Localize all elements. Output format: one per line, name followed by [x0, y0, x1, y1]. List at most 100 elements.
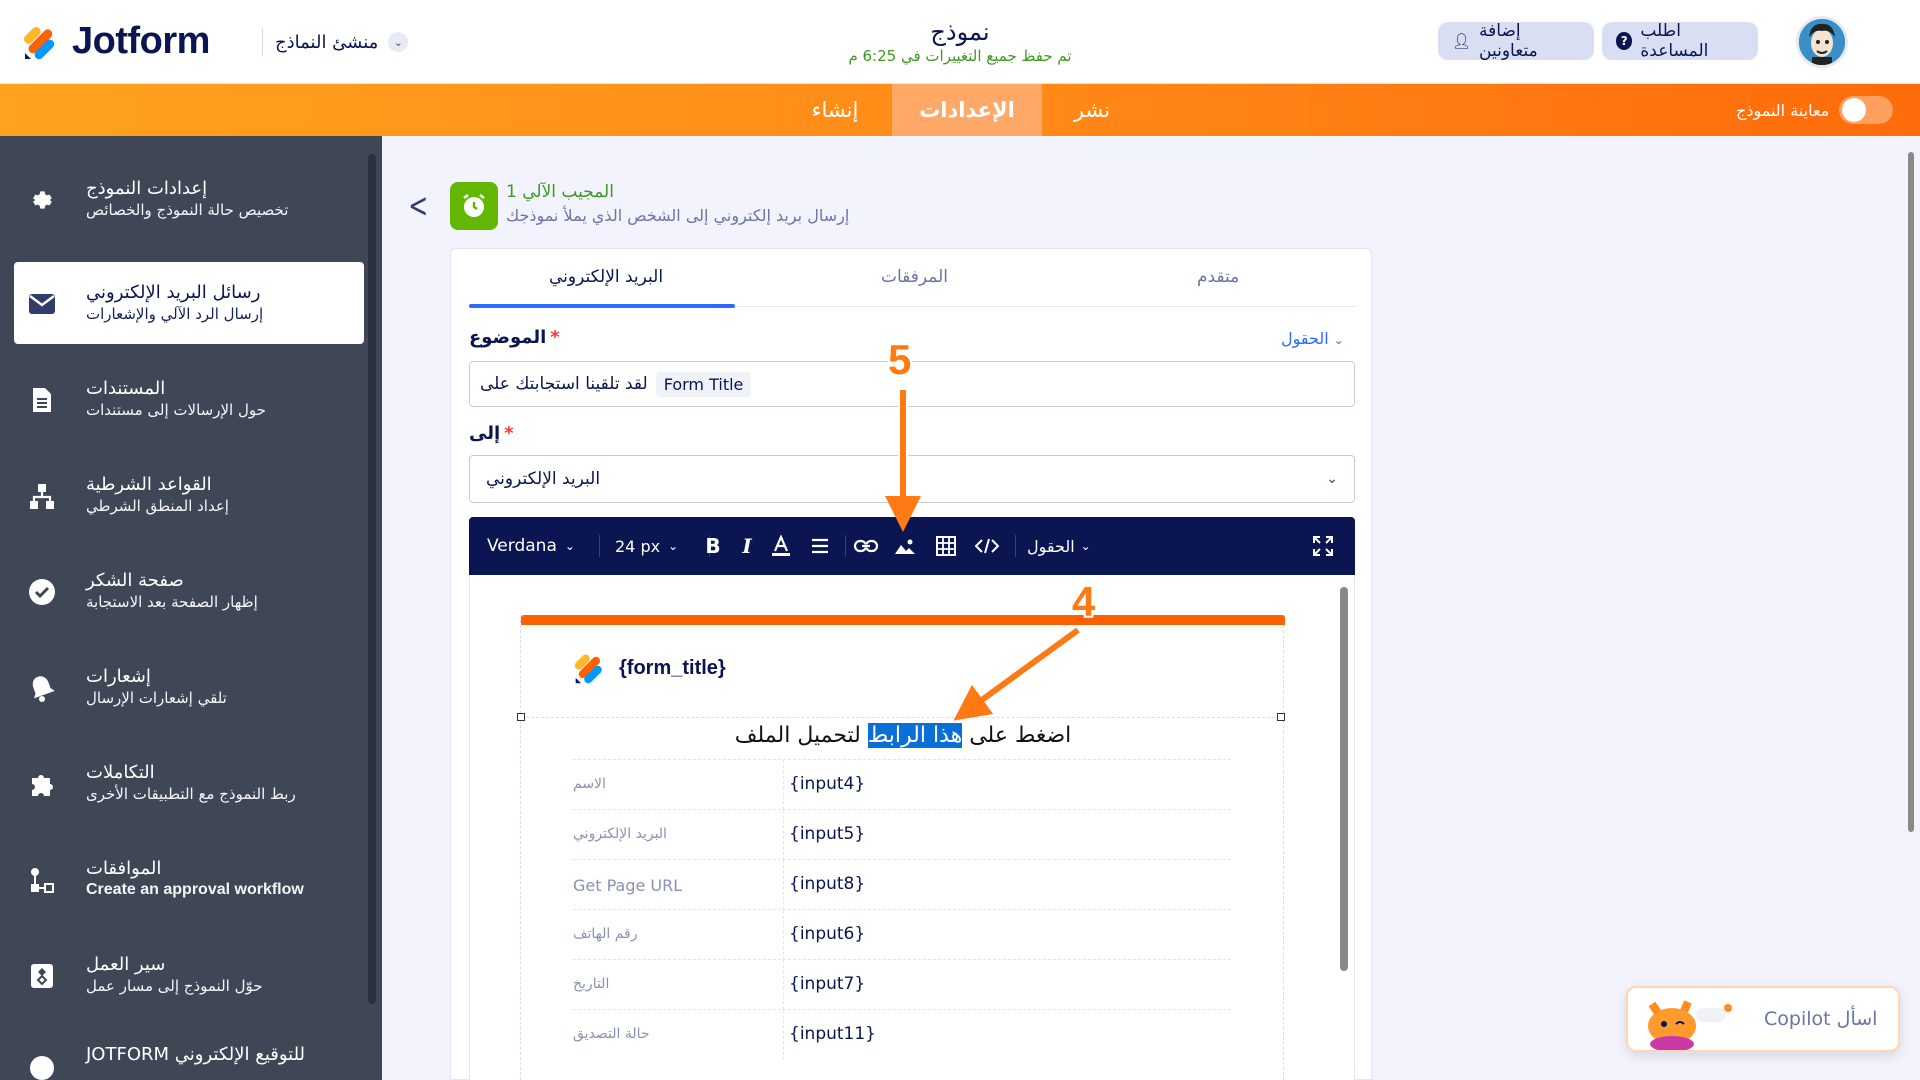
editor-scrollbar[interactable]	[1340, 587, 1348, 971]
font-size-select[interactable]: 24 px ⌄	[615, 535, 678, 557]
tab-email[interactable]: البريد الإلكتروني	[549, 267, 663, 287]
row-divider	[783, 960, 784, 1010]
fullscreen-icon[interactable]	[1311, 535, 1335, 557]
jotform-logo-icon	[574, 654, 602, 684]
chevron-down-icon: ⌄	[388, 32, 409, 52]
chevron-down-icon: ⌄	[1080, 539, 1091, 553]
back-chevron-icon[interactable]: <	[408, 186, 428, 226]
envelope-icon	[28, 290, 56, 318]
sidebar-item-subtitle: إعداد المنطق الشرطي	[86, 497, 229, 515]
sidebar-item-subtitle: ربط النموذج مع التطبيقات الأخرى	[86, 785, 296, 803]
save-status: تم حفظ جميع التغييرات في 6:25 م	[848, 47, 1072, 65]
code-icon[interactable]	[975, 535, 999, 557]
sidebar-item-integrations[interactable]: التكاملات ربط النموذج مع التطبيقات الأخر…	[14, 742, 364, 824]
sidebar-item-title: القواعد الشرطية	[86, 474, 212, 495]
italic-icon[interactable]: I	[737, 534, 757, 558]
table-row: Get Page URL {input8}	[573, 859, 1231, 910]
row-key: التاريخ	[573, 976, 610, 992]
copilot-label: اسأل Copilot	[1764, 1008, 1878, 1030]
row-value: {input8}	[789, 874, 866, 894]
toolbar-divider	[845, 535, 846, 557]
sidebar-item-subtitle: Create an approval workflow	[86, 881, 304, 898]
sidebar-item-form-settings[interactable]: إعدادات النموذج تخصيص حالة النموذج والخص…	[14, 158, 364, 240]
settings-sidebar: إعدادات النموذج تخصيص حالة النموذج والخص…	[0, 136, 382, 1080]
align-icon[interactable]	[809, 535, 831, 557]
font-size-value: 24 px	[615, 536, 661, 556]
sidebar-item-title: JOTFORM للتوقيع الإلكتروني	[86, 1044, 306, 1065]
resize-handle[interactable]	[1277, 713, 1285, 721]
sidebar-item-title: سير العمل	[86, 954, 166, 975]
resize-handle[interactable]	[517, 713, 525, 721]
preview-toggle[interactable]	[1839, 96, 1894, 124]
download-link-sentence[interactable]: اضغط على هذا الرابط لتحميل الملف	[521, 723, 1285, 748]
table-row: البريد الإلكتروني {input5}	[573, 809, 1231, 860]
get-help-button[interactable]: ? اطلب المساعدة	[1602, 21, 1758, 61]
font-family-select[interactable]: Verdana ⌄	[487, 535, 575, 557]
selected-link-text[interactable]: هذا الرابط	[867, 723, 963, 748]
tab-settings[interactable]: الإعدادات	[892, 84, 1042, 136]
form-title-tag[interactable]: Form Title	[655, 371, 752, 397]
row-divider	[783, 810, 784, 860]
subject-fields-dropdown[interactable]: الحقول ⌄	[1281, 329, 1344, 348]
toolbar-divider	[599, 535, 600, 557]
recipient-select[interactable]: البريد الإلكتروني ⌄	[469, 455, 1355, 503]
email-header-bar	[521, 615, 1285, 625]
link-sentence-after: لتحميل الملف	[734, 723, 861, 748]
row-value: {input11}	[789, 1024, 876, 1044]
subject-text: لقد تلقينا استجابتك على	[480, 374, 648, 394]
sidebar-item-approvals[interactable]: الموافقات Create an approval workflow	[14, 838, 364, 920]
subject-label: الموضوع *	[469, 327, 560, 348]
row-key: حالة التصديق	[573, 1026, 650, 1042]
form-builder-dropdown[interactable]: منشئ النماذج ⌄	[262, 28, 409, 56]
sidebar-item-thank-you[interactable]: صفحة الشكر إظهار الصفحة بعد الاستجابة	[14, 550, 364, 632]
autoresponder-title: المجيب الآلي 1	[506, 182, 614, 202]
tab-advanced[interactable]: متقدم	[1197, 267, 1239, 287]
add-collaborators-button[interactable]: 👤︎ إضافة متعاونين	[1438, 21, 1594, 61]
sign-icon	[28, 1054, 56, 1080]
selection-border	[521, 717, 1285, 718]
row-value: {input7}	[789, 974, 866, 994]
row-value: {input5}	[789, 824, 866, 844]
check-circle-icon	[28, 578, 56, 606]
active-tab-indicator	[469, 304, 735, 308]
bell-icon	[28, 674, 56, 702]
sidebar-item-emails[interactable]: رسائل البريد الإلكتروني إرسال الرد الآلي…	[14, 262, 364, 344]
sidebar-item-title: صفحة الشكر	[86, 570, 184, 591]
avatar[interactable]	[1796, 16, 1848, 68]
row-key: Get Page URL	[573, 876, 683, 895]
to-label-text: إلى	[469, 423, 501, 444]
bold-icon[interactable]: B	[703, 534, 723, 558]
email-form-title: {form_title}	[619, 656, 726, 679]
sidebar-item-notifications[interactable]: إشعارات تلقي إشعارات الإرسال	[14, 646, 364, 728]
tab-publish[interactable]: نشر	[1042, 84, 1142, 136]
row-key: البريد الإلكتروني	[573, 826, 667, 842]
to-label: إلى *	[469, 423, 514, 444]
required-mark: *	[550, 327, 560, 348]
sidebar-scrollbar[interactable]	[368, 154, 376, 1004]
email-body-editor[interactable]: {form_title} اضغط على هذا الرابط لتحميل …	[469, 575, 1355, 1080]
chevron-down-icon: ⌄	[564, 539, 575, 553]
sidebar-item-documents[interactable]: المستندات حول الإرسالات إلى مستندات	[14, 358, 364, 440]
subject-input[interactable]: لقد تلقينا استجابتك على Form Title	[469, 361, 1355, 407]
question-icon: ?	[1616, 32, 1633, 50]
recipient-value: البريد الإلكتروني	[486, 469, 601, 489]
chevron-down-icon: ⌄	[1333, 333, 1344, 347]
main-nav: إنشاء الإعدادات نشر معاينة النموذج	[0, 84, 1920, 136]
sidebar-item-sign[interactable]: JOTFORM للتوقيع الإلكتروني	[14, 1030, 364, 1080]
insert-field-dropdown[interactable]: الحقول ⌄	[1027, 535, 1091, 557]
sidebar-item-subtitle: تلقي إشعارات الإرسال	[86, 689, 227, 707]
table-icon[interactable]	[935, 535, 957, 557]
approval-flow-icon	[28, 866, 56, 894]
sidebar-item-conditions[interactable]: القواعد الشرطية إعداد المنطق الشرطي	[14, 454, 364, 536]
link-icon[interactable]	[853, 535, 879, 557]
jotform-logo[interactable]: Jotform	[22, 20, 210, 63]
page-scrollbar[interactable]	[1908, 152, 1914, 832]
text-color-icon[interactable]	[769, 535, 793, 557]
copilot-button[interactable]: اسأل Copilot	[1626, 986, 1900, 1052]
form-name[interactable]: نموذج	[760, 18, 1160, 46]
sidebar-item-workflow[interactable]: سير العمل حوّل النموذج إلى مسار عمل	[14, 934, 364, 1016]
image-icon[interactable]	[893, 535, 917, 557]
autoresponder-header: < المجيب الآلي 1 إرسال بريد إلكتروني إلى…	[404, 178, 904, 230]
tab-attachments[interactable]: المرفقات	[881, 267, 948, 287]
tab-create[interactable]: إنشاء	[780, 84, 890, 136]
